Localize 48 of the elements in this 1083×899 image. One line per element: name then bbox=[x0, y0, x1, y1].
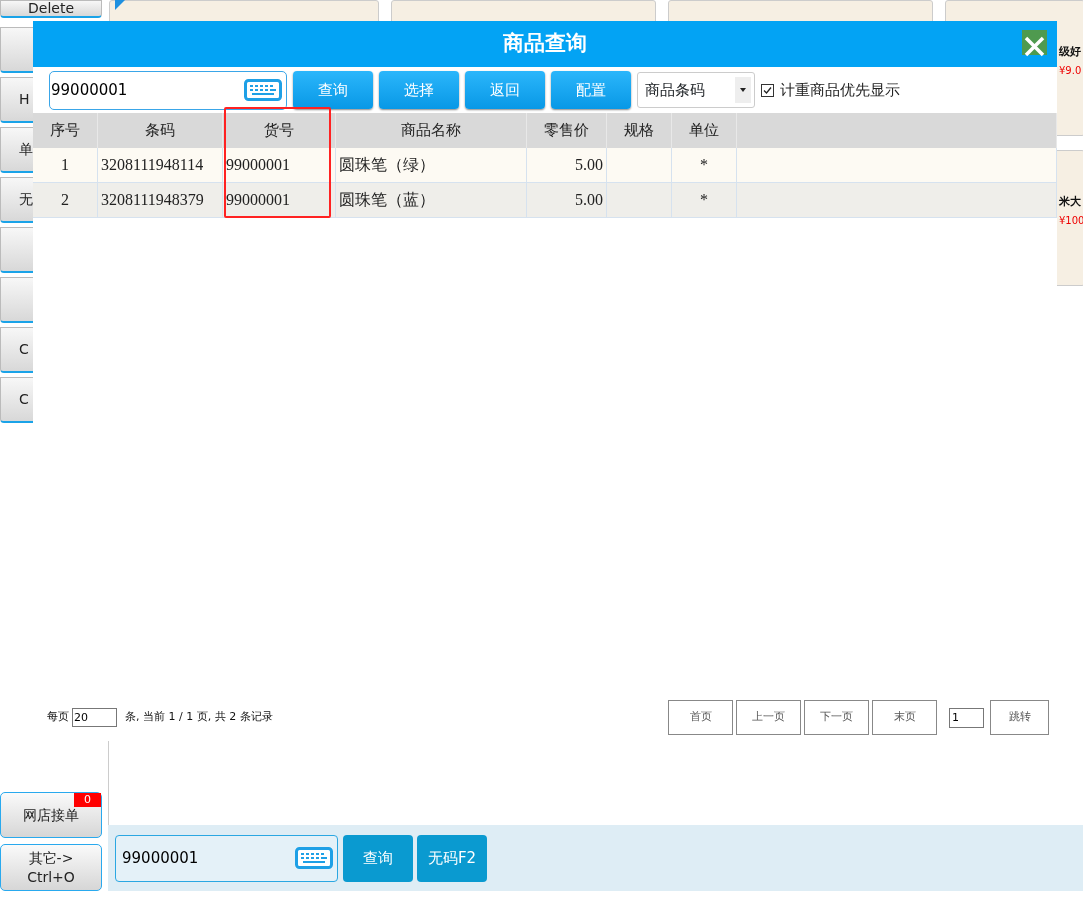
page-number-input[interactable]: 1 bbox=[949, 707, 984, 728]
product-name: 级好 bbox=[1059, 44, 1082, 60]
jump-button[interactable]: 跳转 bbox=[990, 700, 1049, 735]
table-cell: * bbox=[672, 183, 737, 218]
per-page-input[interactable]: 20 bbox=[72, 708, 117, 727]
table-cell: 1 bbox=[33, 148, 98, 183]
checkbox-label: 计重商品优先显示 bbox=[780, 79, 900, 101]
last-page-button[interactable]: 末页 bbox=[872, 700, 937, 735]
count-badge: 0 bbox=[74, 793, 101, 807]
dialog-title: 商品查询 bbox=[503, 30, 587, 58]
table-cell: 圆珠笔（蓝） bbox=[336, 183, 527, 218]
keyboard-icon[interactable] bbox=[295, 847, 333, 869]
table-cell: 3208111948379 bbox=[98, 183, 223, 218]
column-header[interactable]: 条码 bbox=[98, 113, 223, 148]
next-page-button[interactable]: 下一页 bbox=[804, 700, 869, 735]
first-page-button[interactable]: 首页 bbox=[668, 700, 733, 735]
product-price: ¥100 bbox=[1059, 213, 1083, 228]
dropdown-value: 商品条码 bbox=[645, 79, 705, 101]
column-header[interactable]: 序号 bbox=[33, 113, 98, 148]
column-header[interactable]: 规格 bbox=[607, 113, 672, 148]
search-field[interactable]: 99000001 bbox=[49, 70, 287, 110]
column-header[interactable]: 货号 bbox=[223, 113, 336, 148]
table-cell: 5.00 bbox=[527, 148, 607, 183]
online-orders-button[interactable]: 网店接单 0 bbox=[0, 792, 102, 838]
table-cell: * bbox=[672, 148, 737, 183]
other-button[interactable]: 其它-> Ctrl+O bbox=[0, 844, 102, 891]
caret-icon[interactable] bbox=[735, 77, 751, 103]
page-summary: 条, 当前 1 / 1 页, 共 2 条记录 bbox=[125, 709, 273, 726]
table-cell: 99000001 bbox=[223, 148, 336, 183]
table-cell: 3208111948114 bbox=[98, 148, 223, 183]
column-header[interactable]: 单位 bbox=[672, 113, 737, 148]
scan-input-field[interactable]: 99000001 bbox=[115, 834, 338, 882]
table-cell: 2 bbox=[33, 183, 98, 218]
column-header[interactable]: 零售价 bbox=[527, 113, 607, 148]
search-type-dropdown[interactable]: 商品条码 bbox=[637, 72, 755, 108]
product-name: 米大 bbox=[1059, 194, 1082, 210]
table-cell: 99000001 bbox=[223, 183, 336, 218]
corner-mark bbox=[115, 0, 125, 10]
table-cell: 圆珠笔（绿） bbox=[336, 148, 527, 183]
prev-page-button[interactable]: 上一页 bbox=[736, 700, 801, 735]
column-header[interactable]: 商品名称 bbox=[336, 113, 527, 148]
side-button[interactable]: Delete bbox=[0, 0, 102, 18]
close-button[interactable] bbox=[1022, 30, 1047, 55]
keyboard-icon[interactable] bbox=[244, 79, 282, 101]
checkbox[interactable] bbox=[761, 83, 774, 97]
product-price: ¥9.0 bbox=[1059, 63, 1083, 78]
per-page-label: 每页 bbox=[47, 709, 69, 726]
table-cell: 5.00 bbox=[527, 183, 607, 218]
